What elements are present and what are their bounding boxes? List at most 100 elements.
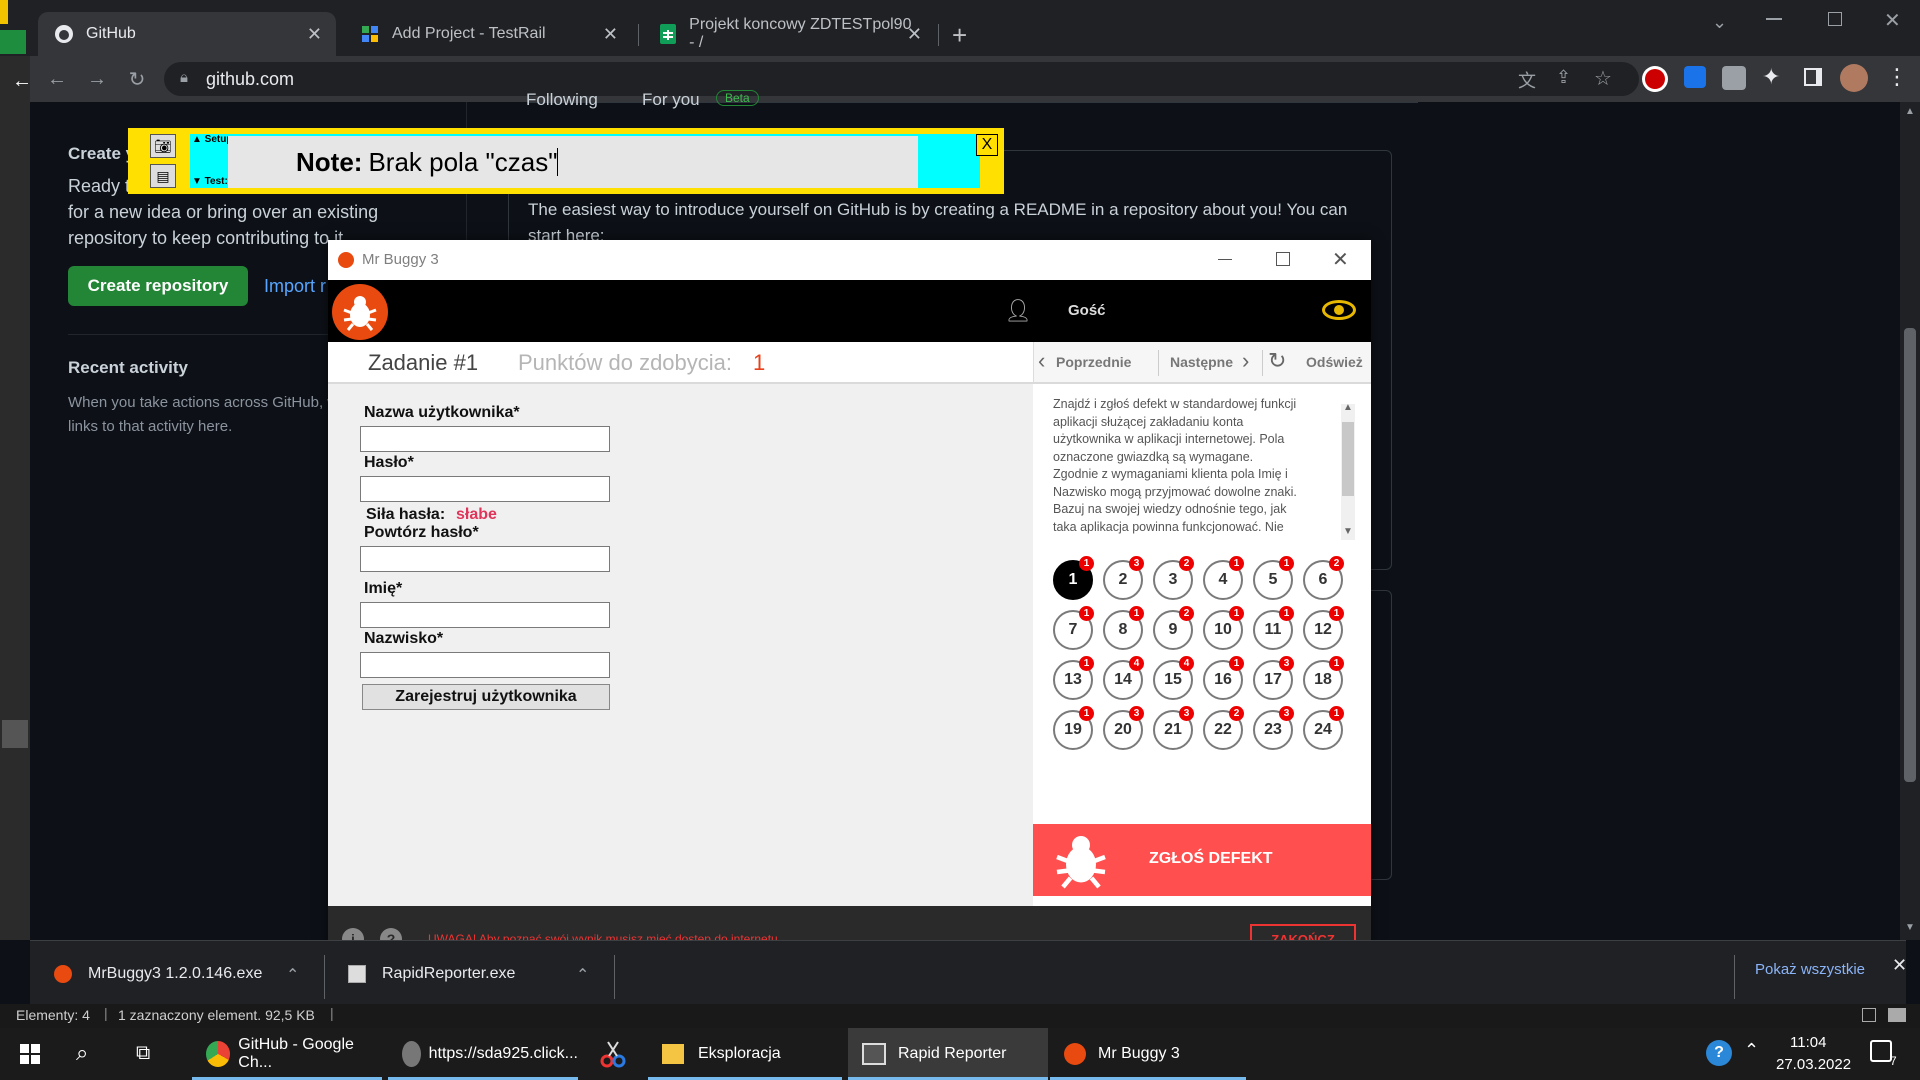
menu-icon[interactable]: ⋮ — [1886, 64, 1908, 90]
description-scrollbar[interactable]: ▲ ▼ — [1341, 402, 1355, 540]
help-tray-icon[interactable]: ? — [1706, 1040, 1732, 1066]
download-divider — [1734, 955, 1735, 999]
repeat-password-input[interactable] — [360, 546, 610, 572]
tab-sheets[interactable]: Projekt koncowy ZDTESTpol90 - / ✕ — [642, 12, 936, 56]
firstname-input[interactable] — [360, 602, 610, 628]
new-tab-icon[interactable]: + — [952, 20, 967, 51]
snipping-tool-icon[interactable] — [600, 1040, 626, 1068]
taskbar-app-chrome[interactable]: GitHub - Google Ch... — [192, 1028, 382, 1080]
clock-time[interactable]: 11:04 — [1790, 1034, 1826, 1051]
tab-label: GitHub — [86, 25, 136, 42]
firstname-label: Imię* — [364, 580, 403, 597]
notifications-icon[interactable] — [1870, 1040, 1892, 1062]
extension-blue-icon[interactable] — [1684, 66, 1706, 88]
eye-icon[interactable] — [1322, 300, 1356, 320]
close-icon[interactable]: ✕ — [1332, 247, 1349, 272]
download-item[interactable]: RapidReporter.exe — [348, 965, 515, 983]
minimize-icon[interactable] — [1218, 259, 1232, 260]
scroll-down-icon[interactable]: ▼ — [1905, 922, 1915, 933]
prev-button[interactable]: Poprzednie — [1056, 354, 1131, 370]
tab-github[interactable]: GitHub ✕ — [38, 12, 336, 56]
minimize-icon[interactable] — [1766, 18, 1782, 20]
taskbar-app-browser2[interactable]: https://sda925.click... — [388, 1028, 578, 1080]
test-label[interactable]: ▼ Test: — [192, 176, 228, 187]
page-scrollbar[interactable]: ▲ ▼ — [1900, 102, 1920, 940]
password-input[interactable] — [360, 476, 610, 502]
scrollbar-thumb[interactable] — [1904, 328, 1916, 782]
camera-icon[interactable]: 📷︎ — [150, 134, 176, 158]
scroll-up-icon[interactable]: ▲ — [1343, 402, 1353, 413]
task-view-icon[interactable]: ⧉ — [136, 1042, 150, 1065]
maximize-icon[interactable] — [1276, 252, 1290, 266]
user-icon: 👤︎ — [1004, 298, 1032, 323]
search-icon[interactable]: ⌕ — [76, 1040, 88, 1066]
clock-date[interactable]: 27.03.2022 — [1776, 1056, 1851, 1073]
note-input[interactable]: Note: Brak pola "czas" — [228, 136, 918, 188]
chevron-up-icon[interactable]: ⌃ — [1744, 1040, 1759, 1061]
chevron-up-icon[interactable]: ⌃ — [576, 965, 589, 985]
share-icon[interactable]: ⇪ — [1556, 67, 1571, 88]
refresh-button[interactable]: Odśwież — [1306, 354, 1363, 370]
username-input[interactable] — [360, 426, 610, 452]
feed-tab-following[interactable]: Following — [526, 90, 598, 110]
next-button[interactable]: Następne — [1170, 354, 1233, 370]
lastname-label: Nazwisko* — [364, 630, 444, 647]
scroll-up-icon[interactable]: ▲ — [1905, 106, 1915, 117]
tab-testrail[interactable]: Add Project - TestRail ✕ — [344, 12, 632, 56]
avatar[interactable] — [1840, 64, 1868, 92]
task-bug-count-badge: 3 — [1129, 706, 1144, 721]
password-label: Hasło* — [364, 454, 414, 471]
nav-divider — [1158, 350, 1159, 376]
tab-search-icon[interactable]: ⌄ — [1712, 12, 1727, 33]
download-item[interactable]: MrBuggy3 1.2.0.146.exe — [54, 965, 262, 983]
bookmark-star-icon[interactable]: ☆ — [1594, 66, 1612, 91]
lastname-input[interactable] — [360, 652, 610, 678]
refresh-icon[interactable]: ↻ — [1268, 348, 1286, 374]
close-icon[interactable]: ✕ — [603, 24, 618, 45]
tab-label: Add Project - TestRail — [392, 25, 546, 42]
address-bar[interactable]: 🔒︎ github.com 文 ⇪ ☆ — [164, 62, 1639, 96]
explorer-back-icon[interactable]: ← — [12, 70, 32, 93]
taskbar-app-label: https://sda925.click... — [428, 1045, 578, 1062]
left-window-edge-green — [0, 30, 26, 54]
username-label: Nazwa użytkownika* — [364, 404, 520, 421]
windows-start-icon[interactable] — [20, 1044, 40, 1064]
window-close-icon[interactable]: ✕ — [1884, 8, 1901, 33]
chevron-right-icon[interactable]: › — [1242, 348, 1249, 374]
screenshot-icon[interactable]: ▤ — [150, 164, 176, 188]
taskbar-app-rapidreporter[interactable]: Rapid Reporter — [848, 1028, 1048, 1080]
close-icon[interactable]: ✕ — [307, 24, 322, 45]
reload-icon[interactable]: ↻ — [122, 64, 152, 94]
ublock-icon[interactable] — [1642, 66, 1668, 92]
report-defect-button[interactable]: ZGŁOŚ DEFEKT — [1033, 824, 1371, 896]
chevron-up-icon[interactable]: ⌃ — [286, 965, 299, 985]
details-view-icon[interactable] — [1862, 1008, 1876, 1022]
side-panel-icon[interactable] — [1804, 68, 1822, 86]
extension-gray-icon[interactable] — [1722, 66, 1746, 90]
create-repository-button[interactable]: Create repository — [68, 266, 248, 306]
folder-icon — [662, 1044, 684, 1064]
tiles-view-icon[interactable] — [1888, 1008, 1906, 1022]
import-repository-link[interactable]: Import r — [264, 276, 326, 297]
puzzle-icon[interactable]: ✦ — [1762, 64, 1780, 90]
taskbar-app-mrbuggy[interactable]: Mr Buggy 3 — [1050, 1028, 1246, 1080]
close-icon[interactable]: ✕ — [1892, 955, 1907, 976]
register-button[interactable]: Zarejestruj użytkownika — [362, 684, 610, 710]
show-all-downloads-button[interactable]: Pokaż wszystkie — [1748, 951, 1872, 987]
registration-form: Nazwa użytkownika* Hasło* Siła hasła: sł… — [328, 384, 1033, 914]
task-bug-count-badge: 2 — [1179, 606, 1194, 621]
task-bug-count-badge: 1 — [1329, 606, 1344, 621]
translate-icon[interactable]: 文 — [1518, 67, 1536, 93]
forward-icon[interactable]: → — [82, 64, 112, 94]
feed-tab-foryou[interactable]: For you — [642, 90, 700, 110]
close-icon[interactable]: ✕ — [907, 24, 922, 45]
back-icon[interactable]: ← — [42, 64, 72, 94]
explorer-scroll-thumb[interactable] — [2, 720, 28, 748]
scroll-down-icon[interactable]: ▼ — [1343, 526, 1353, 537]
rr-close-button[interactable]: X — [976, 134, 998, 156]
maximize-icon[interactable] — [1828, 12, 1842, 26]
taskbar-app-explorer[interactable]: Eksploracja — [648, 1028, 842, 1080]
browser-icon — [402, 1041, 421, 1067]
scrollbar-thumb[interactable] — [1342, 422, 1354, 496]
chevron-left-icon[interactable]: ‹ — [1038, 348, 1045, 374]
